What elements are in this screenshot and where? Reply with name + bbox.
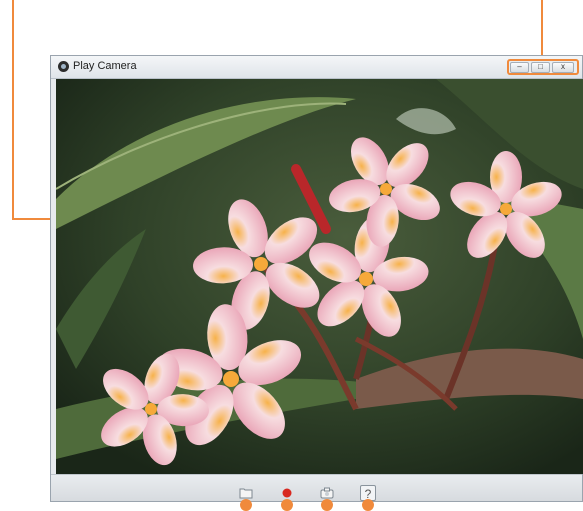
maximize-icon: □ xyxy=(538,62,543,71)
camera-app-icon xyxy=(58,61,69,72)
play-camera-window: Play Camera – □ x ? xyxy=(50,55,583,511)
maximize-button[interactable]: □ xyxy=(531,61,550,73)
minimize-icon: – xyxy=(517,62,522,71)
camera-toolbar: ? xyxy=(51,474,582,511)
callout-dot-record xyxy=(281,499,293,511)
callout-dot-folder xyxy=(240,499,252,511)
window-controls: – □ x xyxy=(507,59,579,75)
callout-dot-help xyxy=(362,499,374,511)
minimize-button[interactable]: – xyxy=(510,61,529,73)
close-icon: x xyxy=(561,62,565,71)
close-button[interactable]: x xyxy=(552,61,574,73)
window-title: Play Camera xyxy=(73,60,137,72)
callout-line-left-vertical xyxy=(12,0,14,220)
preview-image xyxy=(56,79,583,474)
camera-preview xyxy=(56,79,583,474)
callout-line-right-vertical xyxy=(541,0,543,57)
title-bar[interactable]: Play Camera – □ x xyxy=(51,56,582,79)
callout-dot-camera xyxy=(321,499,333,511)
